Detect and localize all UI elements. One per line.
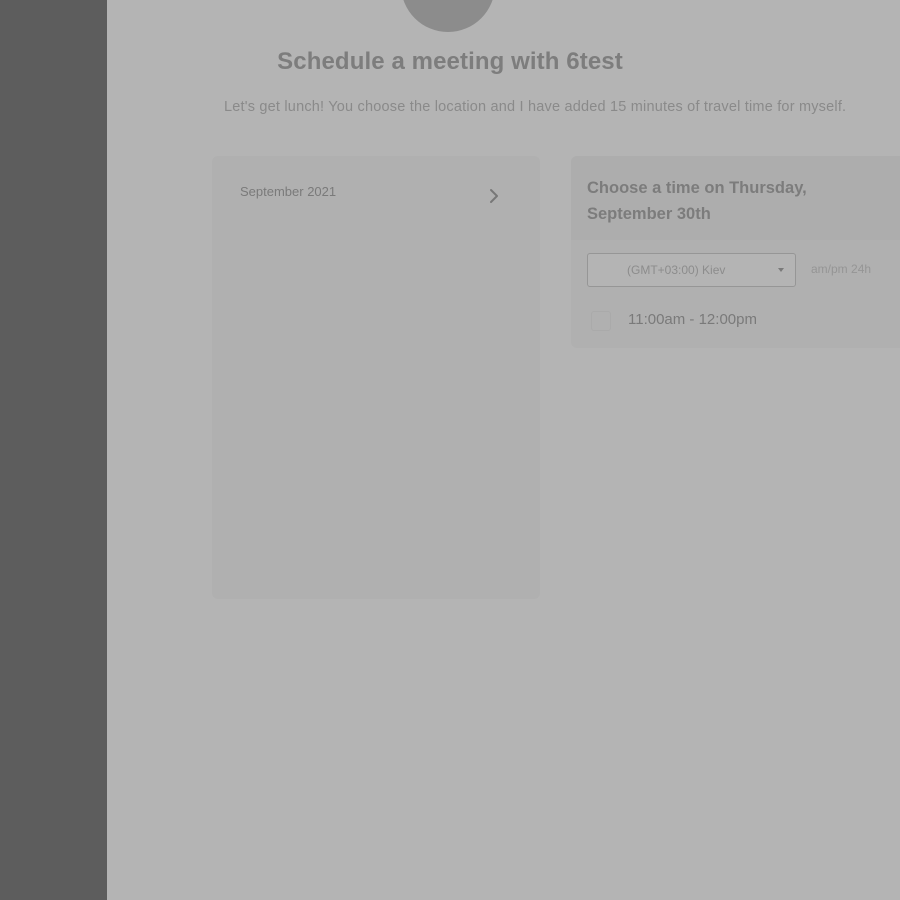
timezone-select[interactable]: (GMT+03:00) Kiev — [587, 253, 796, 287]
time-slot-label[interactable]: 11:00am - 12:00pm — [628, 311, 757, 328]
chevron-right-icon — [490, 189, 498, 203]
h24-format-option[interactable]: 24h — [851, 262, 871, 276]
caret-down-icon — [778, 268, 784, 272]
sidebar — [0, 0, 107, 900]
calendar-month-label: September 2021 — [240, 184, 337, 199]
time-picker-header: Choose a time on Thursday, September 30t… — [571, 156, 900, 240]
timezone-value: (GMT+03:00) Kiev — [627, 263, 726, 277]
meeting-description: Let's get lunch! You choose the location… — [224, 99, 847, 115]
page-title: Schedule a meeting with 6test — [277, 48, 623, 75]
time-picker-title: Choose a time on Thursday, September 30t… — [587, 179, 807, 223]
time-format-toggle: am/pm 24h — [811, 262, 871, 276]
calendar-panel: September 2021 — [212, 156, 540, 599]
next-month-button[interactable] — [484, 186, 504, 206]
ampm-format-option[interactable]: am/pm — [811, 262, 848, 276]
time-picker-panel: Choose a time on Thursday, September 30t… — [571, 156, 900, 348]
time-slot-checkbox[interactable] — [591, 311, 611, 331]
